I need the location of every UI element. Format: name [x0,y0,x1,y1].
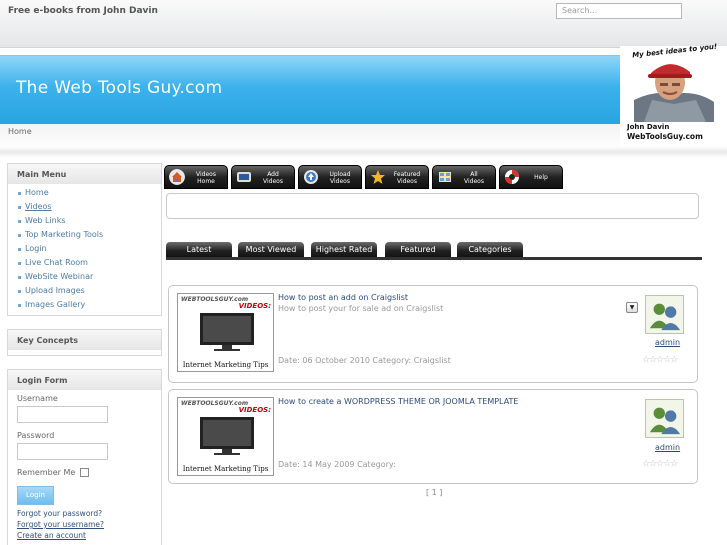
tab-featured[interactable]: Featured [385,242,451,258]
tab-categories[interactable]: Categories [457,242,523,258]
thumbnail-tag: VIDEOS: [238,302,271,310]
breadcrumb-home[interactable]: Home [8,127,32,136]
search-input[interactable]: Search... [556,3,682,19]
toolbar-tab-help[interactable]: Help [499,165,563,189]
thumbnail-caption: Internet Marketing Tips [182,465,269,473]
remember-me-row: Remember Me [17,468,161,477]
toolbar-tab-featured-videos[interactable]: Featured Videos [365,165,429,189]
video-search-panel [166,193,699,219]
login-form-module: Login Form Username Password Remember Me… [7,369,162,545]
home-icon [169,169,185,185]
thumbnail-caption: Internet Marketing Tips [182,361,269,369]
monitor-icon [237,172,251,182]
upload-icon [304,170,318,184]
main-menu-module: Main Menu Home Videos Web Links Top Mark… [7,163,162,316]
tv-icon [200,417,254,455]
toolbar-tab-videos-home[interactable]: Videos Home [164,165,228,189]
tab-most-viewed[interactable]: Most Viewed [238,242,304,258]
user-avatar-icon[interactable] [645,399,684,438]
author-portrait-image [634,64,714,122]
user-avatar-icon[interactable] [645,295,684,334]
video-meta: Date: 06 October 2010 Category: Craigsli… [278,356,451,365]
tab-latest[interactable]: Latest [166,242,232,258]
menu-item-images-gallery[interactable]: Images Gallery [18,300,161,314]
video-title[interactable]: How to post an add on Craigslist [278,293,408,302]
password-label: Password [17,431,55,440]
site-logo-text[interactable]: The Web Tools Guy.com [16,78,222,98]
rating-stars[interactable]: ☆☆☆☆☆ [642,355,678,365]
header-shadow [0,146,727,158]
tab-label-line2: Home [197,178,215,185]
tab-label-line1: Featured [393,171,421,178]
video-meta: Date: 14 May 2009 Category: [278,460,396,469]
author-photo: My best ideas to you! John Davin WebTool… [620,42,727,144]
menu-item-website-webinar[interactable]: WebSite Webinar [18,272,161,286]
forgot-username-link[interactable]: Forgot your username? [17,520,161,531]
tab-label-line1: Add [267,171,279,178]
menu-item-login[interactable]: Login [18,244,161,258]
thumbnail-tag: VIDEOS: [238,406,271,414]
tv-icon [200,313,254,351]
video-description: How to post your for sale ad on Craigsli… [278,304,444,313]
menu-item-videos[interactable]: Videos [18,202,161,216]
login-button[interactable]: Login [17,486,54,505]
site-tagline: Free e-books from John Davin [8,6,158,16]
video-card: WEBTOOLSGUY.com VIDEOS: Internet Marketi… [168,389,698,484]
tab-label-line2: Videos [464,178,484,185]
tab-label-line2: Videos [263,178,283,185]
tab-label-line1: Videos [196,171,216,178]
main-menu-title: Main Menu [8,164,161,184]
video-user-link[interactable]: admin [655,443,680,452]
tab-label-line1: All [470,171,478,178]
password-field[interactable] [17,443,108,460]
remember-me-label: Remember Me [17,468,76,477]
video-thumbnail[interactable]: WEBTOOLSGUY.com VIDEOS: Internet Marketi… [177,397,274,476]
menu-item-web-links[interactable]: Web Links [18,216,161,230]
video-thumbnail[interactable]: WEBTOOLSGUY.com VIDEOS: Internet Marketi… [177,293,274,372]
star-icon [371,170,385,184]
key-concepts-title: Key Concepts [8,330,161,350]
key-concepts-module: Key Concepts [7,329,162,356]
photo-caption-name: John Davin [627,123,670,131]
video-title[interactable]: How to create a WORDPRESS THEME OR JOOML… [278,397,518,406]
tab-label-line2: Videos [330,178,350,185]
tab-label-line1: Upload [329,171,351,178]
pagination[interactable]: [ 1 ] [426,488,442,497]
top-bar: Free e-books from John Davin Search... [0,0,727,48]
main-menu-list: Home Videos Web Links Top Marketing Tool… [8,184,161,314]
menu-item-home[interactable]: Home [18,188,161,202]
menu-item-live-chat-room[interactable]: Live Chat Room [18,258,161,272]
login-form-title: Login Form [8,370,161,390]
page: Free e-books from John Davin Search... T… [0,0,727,545]
tab-underline [166,257,702,260]
banner: The Web Tools Guy.com [0,55,620,124]
video-card: WEBTOOLSGUY.com VIDEOS: Internet Marketi… [168,285,698,383]
rating-stars[interactable]: ☆☆☆☆☆ [642,459,678,469]
create-account-link[interactable]: Create an account [17,531,161,542]
lifebuoy-icon [505,170,519,184]
menu-item-top-marketing-tools[interactable]: Top Marketing Tools [18,230,161,244]
toolbar-tab-add-videos[interactable]: Add Videos [231,165,295,189]
video-user-link[interactable]: admin [655,338,680,347]
tab-highest-rated[interactable]: Highest Rated [311,242,377,258]
username-label: Username [17,394,58,403]
forgot-password-link[interactable]: Forgot your password? [17,509,161,520]
toolbar-tab-upload-videos[interactable]: Upload Videos [298,165,362,189]
username-field[interactable] [17,406,108,423]
tab-label-line2: Videos [397,178,417,185]
menu-item-upload-images[interactable]: Upload Images [18,286,161,300]
photo-caption-site: WebToolsGuy.com [627,132,703,141]
toolbar-tab-all-videos[interactable]: All Videos [432,165,496,189]
chevron-down-icon[interactable]: ▼ [626,302,638,313]
photo-tagline: My best ideas to you! [631,42,718,60]
grid-icon [439,172,451,182]
remember-me-checkbox[interactable] [80,468,90,477]
tab-label-line1: Help [534,174,548,181]
